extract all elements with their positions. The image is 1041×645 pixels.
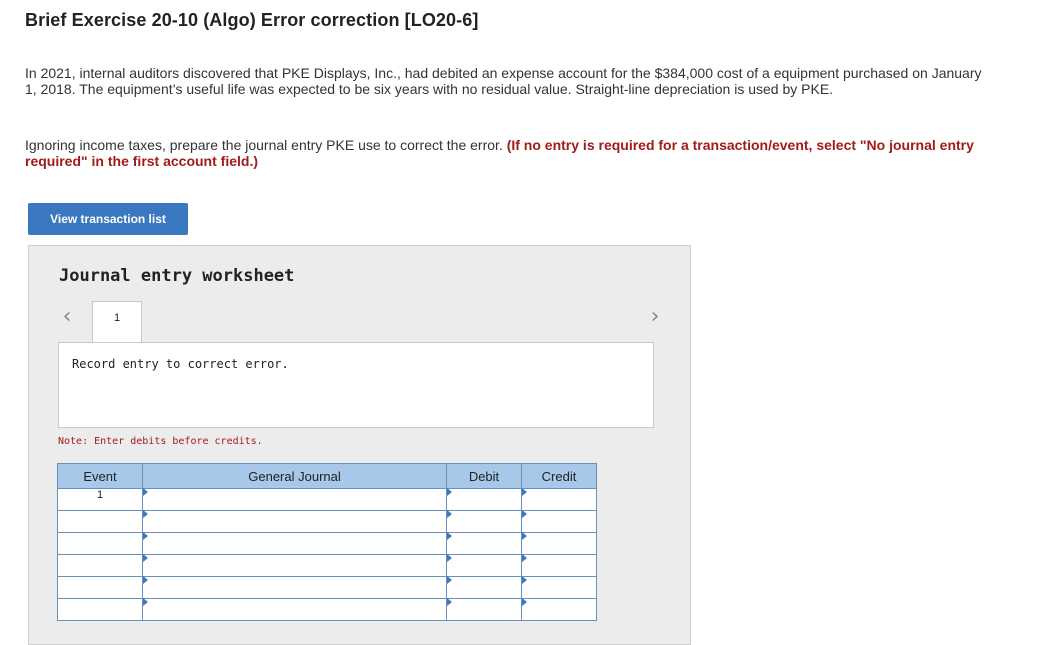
journal-entry-worksheet: Journal entry worksheet ‹ 1 › Record ent… — [28, 245, 691, 645]
entry-description-box: Record entry to correct error. — [58, 342, 654, 428]
credit-input[interactable] — [521, 554, 597, 577]
table-row — [57, 554, 597, 577]
account-input[interactable] — [142, 598, 447, 621]
entry-description: Record entry to correct error. — [72, 357, 289, 371]
event-cell — [57, 554, 143, 577]
event-cell — [57, 576, 143, 599]
debit-input[interactable] — [446, 576, 522, 599]
table-row — [57, 598, 597, 621]
credit-input[interactable] — [521, 576, 597, 599]
header-credit: Credit — [521, 463, 597, 489]
account-input[interactable] — [142, 576, 447, 599]
account-input[interactable] — [142, 532, 447, 555]
table-row — [57, 510, 597, 533]
event-cell: 1 — [57, 488, 143, 511]
debit-input[interactable] — [446, 510, 522, 533]
table-row — [57, 532, 597, 555]
account-input[interactable] — [142, 510, 447, 533]
credit-input[interactable] — [521, 532, 597, 555]
table-row: 1 — [57, 488, 597, 511]
account-input[interactable] — [142, 488, 447, 511]
credit-input[interactable] — [521, 598, 597, 621]
credit-input[interactable] — [521, 488, 597, 511]
chevron-left-icon[interactable]: ‹ — [59, 306, 75, 330]
debit-input[interactable] — [446, 598, 522, 621]
header-debit: Debit — [446, 463, 522, 489]
event-cell — [57, 598, 143, 621]
tab-entry-1[interactable]: 1 — [92, 301, 142, 343]
worksheet-title: Journal entry worksheet — [59, 266, 295, 286]
debit-input[interactable] — [446, 532, 522, 555]
page-title: Brief Exercise 20-10 (Algo) Error correc… — [25, 10, 479, 30]
event-cell — [57, 532, 143, 555]
header-event: Event — [57, 463, 143, 489]
debit-input[interactable] — [446, 554, 522, 577]
event-cell — [57, 510, 143, 533]
chevron-right-icon[interactable]: › — [647, 306, 663, 330]
instruction-prefix: Ignoring income taxes, prepare the journ… — [25, 137, 507, 153]
debits-note: Note: Enter debits before credits. — [58, 436, 263, 447]
view-transaction-list-button[interactable]: View transaction list — [28, 203, 188, 235]
table-row — [57, 576, 597, 599]
credit-input[interactable] — [521, 510, 597, 533]
account-input[interactable] — [142, 554, 447, 577]
instruction-paragraph: Ignoring income taxes, prepare the journ… — [25, 137, 985, 169]
problem-paragraph: In 2021, internal auditors discovered th… — [25, 65, 982, 97]
header-general-journal: General Journal — [142, 463, 447, 489]
debit-input[interactable] — [446, 488, 522, 511]
journal-table: Event General Journal Debit Credit 1 — [57, 463, 597, 621]
